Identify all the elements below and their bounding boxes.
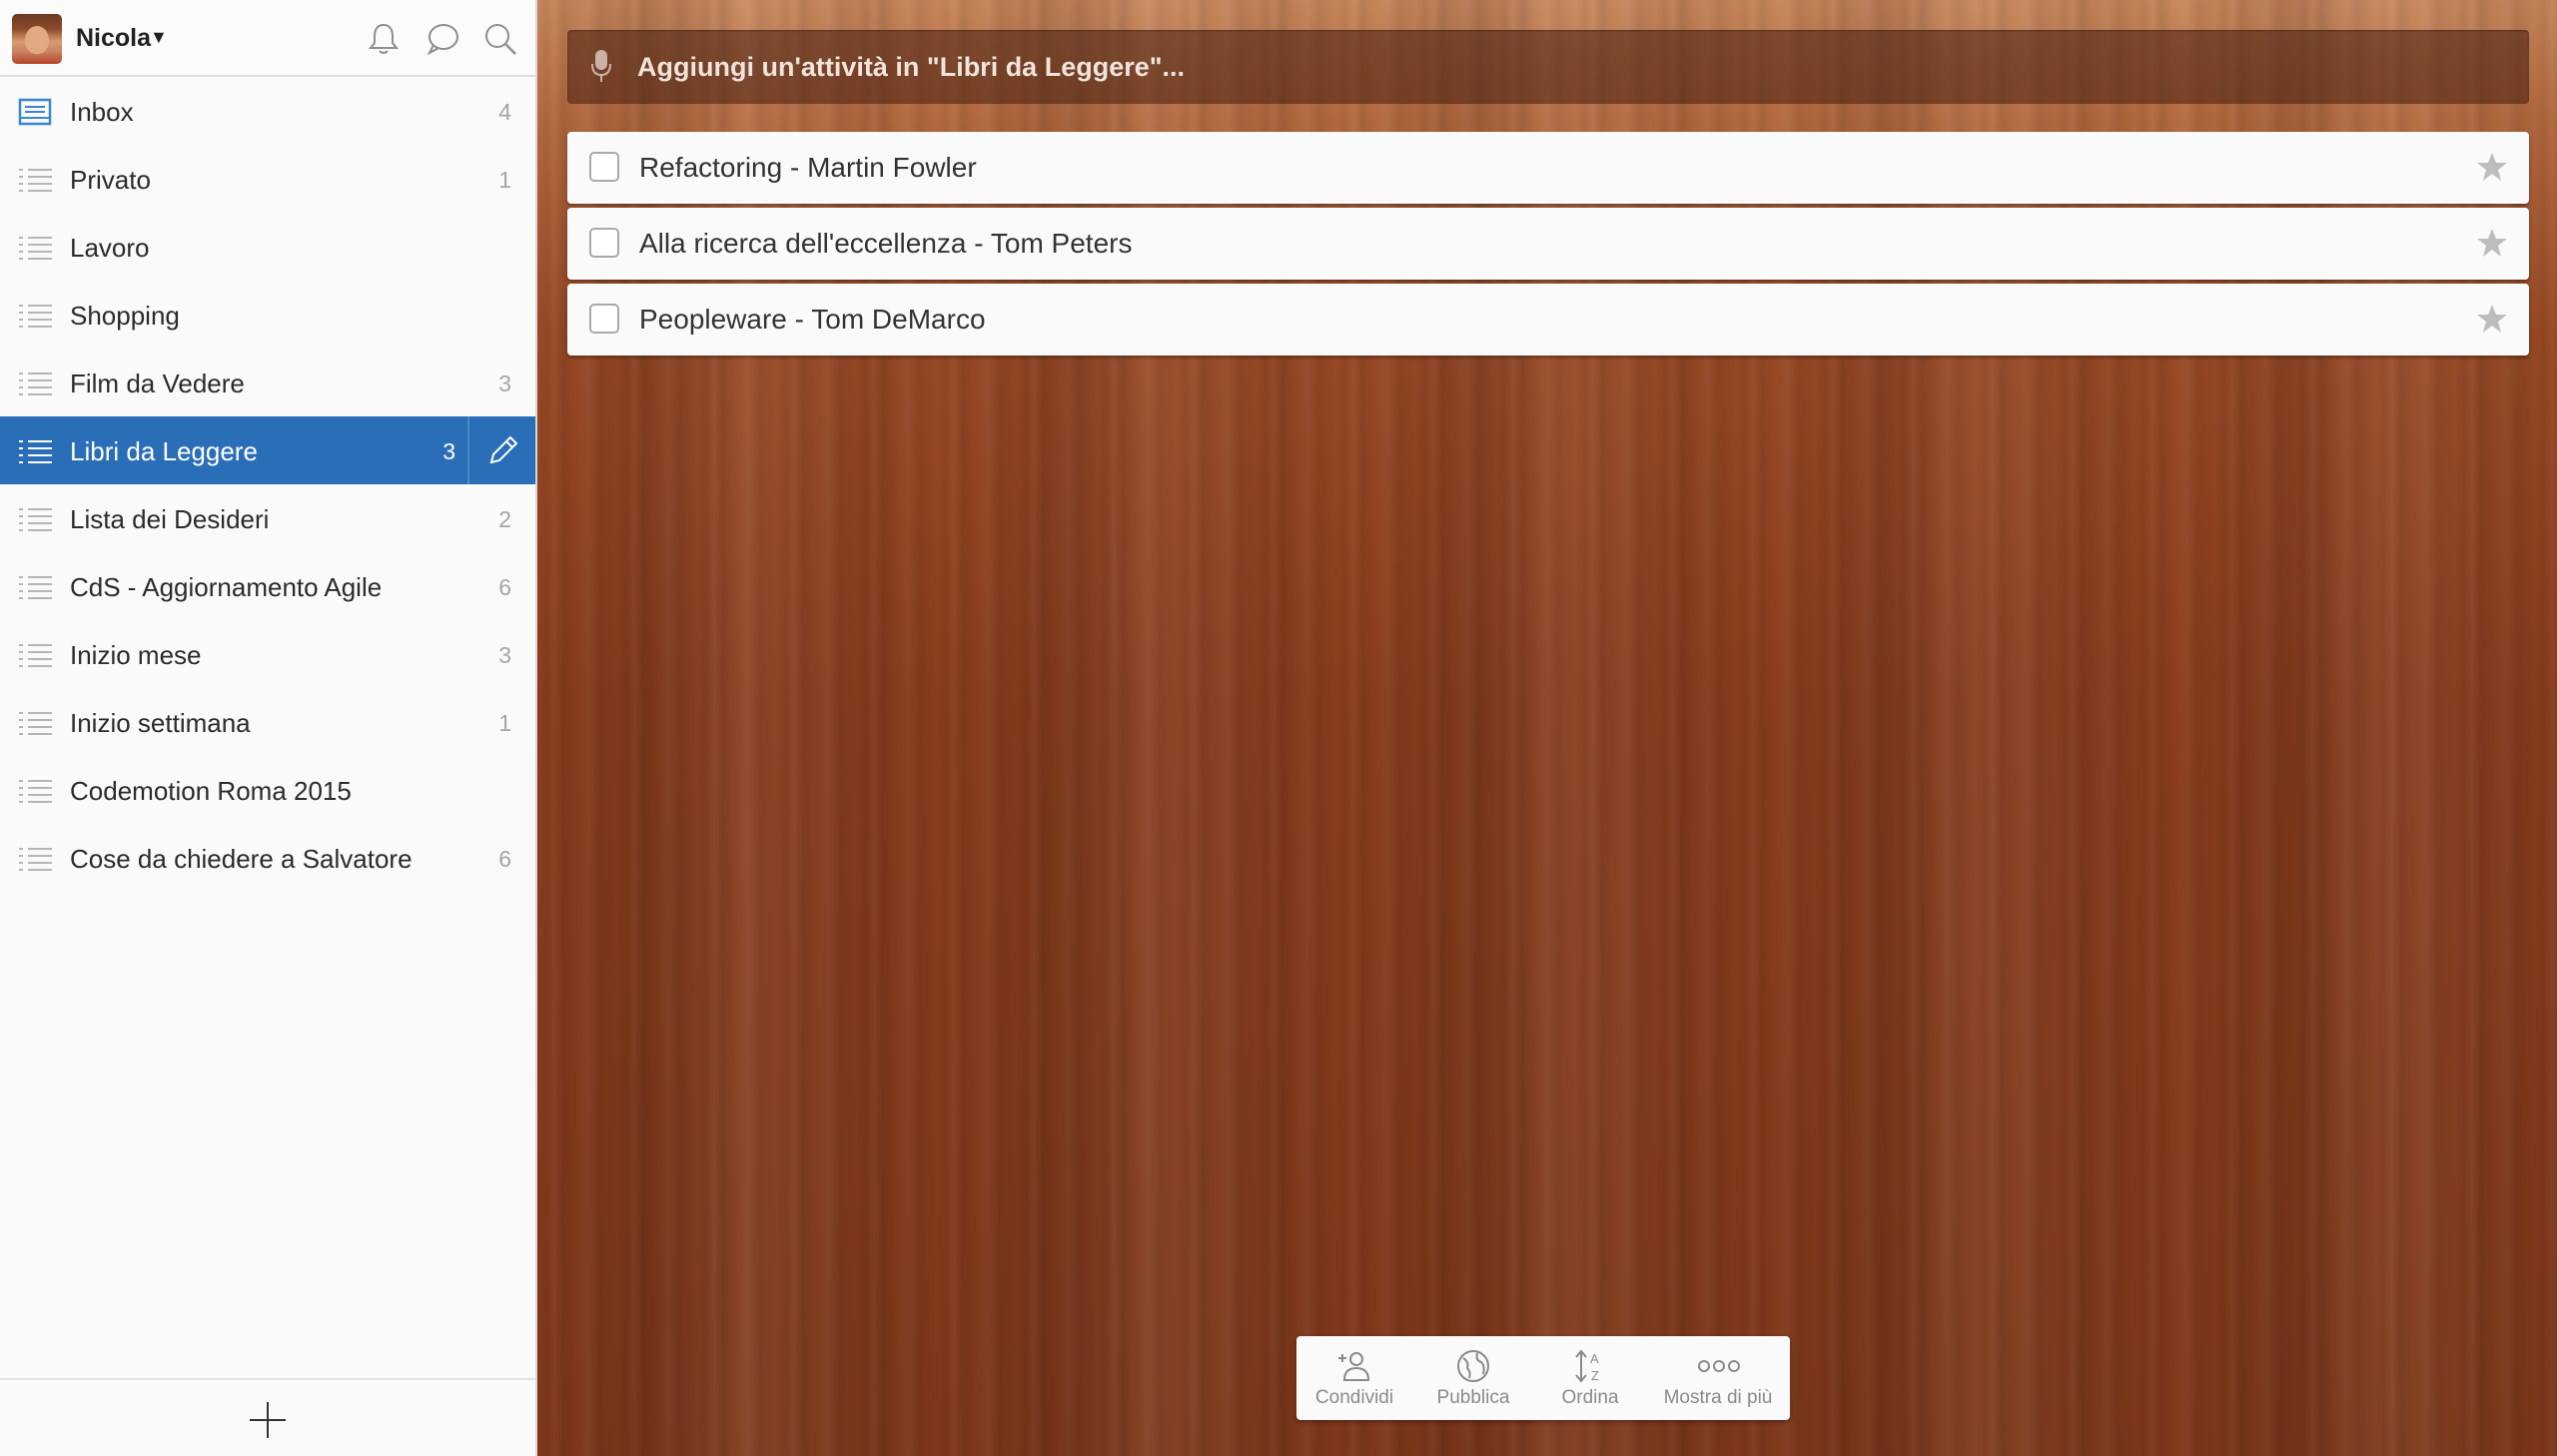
comments-icon[interactable] bbox=[424, 20, 461, 58]
sidebar-item-libri-da-leggere[interactable]: Libri da Leggere 3 bbox=[0, 416, 535, 484]
star-icon[interactable] bbox=[2475, 150, 2509, 184]
sidebar-item-lista-dei-desideri[interactable]: Lista dei Desideri 2 bbox=[0, 484, 535, 552]
add-task-placeholder: Aggiungi un'attività in "Libri da Legger… bbox=[637, 52, 1186, 82]
sidebar-footer bbox=[0, 1378, 535, 1456]
more-dots-icon bbox=[1698, 1360, 1740, 1372]
sidebar-item-inbox[interactable]: Inbox 4 bbox=[0, 77, 535, 145]
add-task-input[interactable]: Aggiungi un'attività in "Libri da Legger… bbox=[567, 30, 2529, 104]
add-list-button[interactable] bbox=[248, 1400, 288, 1440]
sidebar-item-inizio-mese[interactable]: Inizio mese 3 bbox=[0, 620, 535, 688]
search-icon[interactable] bbox=[481, 20, 519, 58]
list-icon bbox=[19, 237, 52, 260]
sidebar-item-count: 3 bbox=[498, 642, 511, 668]
list-icon bbox=[19, 576, 52, 599]
sidebar: Nicola ▼ Inbox 4 Privato 1 Lavoro Shoppi… bbox=[0, 0, 537, 1456]
more-button[interactable]: Mostra di più bbox=[1646, 1336, 1790, 1420]
svg-text:Z: Z bbox=[1591, 1368, 1599, 1383]
publish-button[interactable]: Pubblica bbox=[1412, 1336, 1534, 1420]
sidebar-item-count: 1 bbox=[498, 167, 511, 193]
user-name[interactable]: Nicola bbox=[76, 24, 151, 53]
list-toolbar: Condividi Pubblica A Z Ordina Mostra di … bbox=[1296, 1336, 1790, 1420]
sidebar-item-count: 1 bbox=[498, 710, 511, 736]
task-title[interactable]: Alla ricerca dell'eccellenza - Tom Peter… bbox=[639, 228, 1132, 260]
sidebar-item-count: 3 bbox=[442, 438, 455, 464]
sidebar-item-label: Cose da chiedere a Salvatore bbox=[70, 844, 413, 874]
avatar[interactable] bbox=[12, 14, 62, 64]
bell-icon[interactable] bbox=[365, 20, 403, 58]
list-icon bbox=[19, 644, 52, 667]
edit-list-button[interactable] bbox=[467, 416, 535, 484]
sidebar-item-privato[interactable]: Privato 1 bbox=[0, 145, 535, 213]
sidebar-item-count: 6 bbox=[498, 846, 511, 872]
sidebar-item-count: 3 bbox=[498, 370, 511, 396]
list-icon bbox=[19, 169, 52, 192]
add-person-icon bbox=[1338, 1352, 1370, 1381]
sidebar-item-shopping[interactable]: Shopping bbox=[0, 281, 535, 349]
sidebar-item-label: Libri da Leggere bbox=[70, 436, 258, 466]
sidebar-item-label: Lavoro bbox=[70, 233, 150, 263]
globe-icon bbox=[1457, 1350, 1489, 1382]
sidebar-item-inizio-settimana[interactable]: Inizio settimana 1 bbox=[0, 688, 535, 756]
publish-label: Pubblica bbox=[1436, 1387, 1510, 1408]
share-button[interactable]: Condividi bbox=[1296, 1336, 1412, 1420]
inbox-icon bbox=[18, 98, 52, 126]
sidebar-item-codemotion-roma-2015[interactable]: Codemotion Roma 2015 bbox=[0, 756, 535, 824]
list-icon bbox=[19, 712, 52, 735]
sidebar-item-count: 6 bbox=[498, 574, 511, 600]
task-item[interactable]: Peopleware - Tom DeMarco bbox=[567, 284, 2529, 356]
task-checkbox[interactable] bbox=[589, 304, 619, 334]
task-title[interactable]: Refactoring - Martin Fowler bbox=[639, 152, 977, 184]
sidebar-item-label: Inbox bbox=[70, 97, 134, 127]
sidebar-item-label: Inizio settimana bbox=[70, 708, 251, 738]
star-icon[interactable] bbox=[2475, 302, 2509, 336]
sort-label: Ordina bbox=[1561, 1387, 1619, 1408]
list-icon bbox=[19, 305, 52, 328]
sidebar-item-lavoro[interactable]: Lavoro bbox=[0, 213, 535, 281]
sidebar-item-cose-da-chiedere[interactable]: Cose da chiedere a Salvatore 6 bbox=[0, 824, 535, 892]
sidebar-header: Nicola ▼ bbox=[0, 0, 535, 77]
sidebar-list: Inbox 4 Privato 1 Lavoro Shopping Film d… bbox=[0, 77, 535, 892]
task-checkbox[interactable] bbox=[589, 152, 619, 182]
sidebar-item-label: Privato bbox=[70, 165, 151, 195]
svg-text:A: A bbox=[1590, 1351, 1599, 1366]
list-icon bbox=[19, 440, 52, 463]
chevron-down-icon[interactable]: ▼ bbox=[150, 27, 168, 48]
sidebar-item-label: CdS - Aggiornamento Agile bbox=[70, 572, 383, 602]
sort-az-icon: A Z bbox=[1575, 1349, 1599, 1383]
sidebar-item-label: Inizio mese bbox=[70, 640, 202, 670]
sidebar-item-label: Codemotion Roma 2015 bbox=[70, 776, 352, 806]
sidebar-item-label: Film da Vedere bbox=[70, 368, 245, 398]
task-checkbox[interactable] bbox=[589, 228, 619, 258]
sidebar-item-film-da-vedere[interactable]: Film da Vedere 3 bbox=[0, 349, 535, 416]
star-icon[interactable] bbox=[2475, 226, 2509, 260]
sidebar-item-label: Shopping bbox=[70, 301, 180, 331]
sidebar-item-label: Lista dei Desideri bbox=[70, 504, 270, 534]
list-icon bbox=[19, 848, 52, 871]
more-label: Mostra di più bbox=[1663, 1387, 1773, 1408]
pencil-icon bbox=[489, 435, 518, 464]
task-title[interactable]: Peopleware - Tom DeMarco bbox=[639, 304, 986, 336]
microphone-icon[interactable] bbox=[589, 48, 613, 84]
list-icon bbox=[19, 780, 52, 803]
task-item[interactable]: Alla ricerca dell'eccellenza - Tom Peter… bbox=[567, 208, 2529, 280]
sidebar-item-cds-aggiornamento-agile[interactable]: CdS - Aggiornamento Agile 6 bbox=[0, 552, 535, 620]
task-area: Aggiungi un'attività in "Libri da Legger… bbox=[537, 0, 2557, 1456]
sidebar-item-count: 4 bbox=[498, 99, 511, 125]
list-icon bbox=[19, 372, 52, 395]
sort-button[interactable]: A Z Ordina bbox=[1534, 1336, 1646, 1420]
list-icon bbox=[19, 508, 52, 531]
sidebar-item-count: 2 bbox=[498, 506, 511, 532]
task-item[interactable]: Refactoring - Martin Fowler bbox=[567, 132, 2529, 204]
share-label: Condividi bbox=[1314, 1387, 1394, 1408]
